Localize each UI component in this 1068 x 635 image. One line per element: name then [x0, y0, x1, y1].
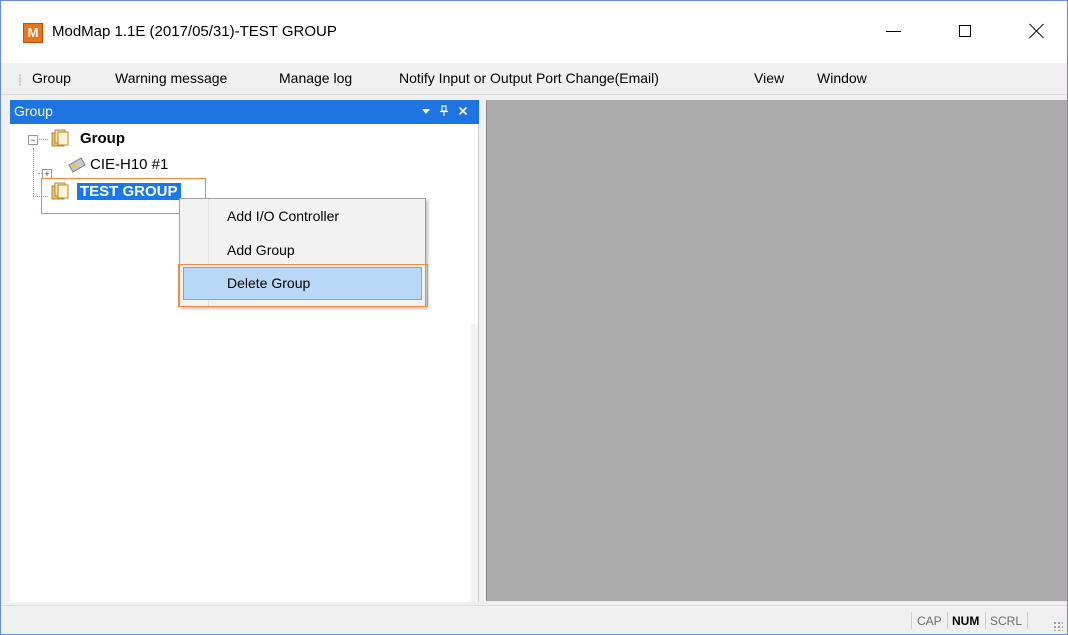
status-scrl: SCRL	[990, 614, 1023, 628]
title-bar[interactable]: M ModMap 1.1E (2017/05/31)-TEST GROUP	[1, 1, 1067, 63]
status-num: NUM	[952, 614, 980, 628]
group-panel-header[interactable]: Group	[10, 100, 479, 124]
maximize-icon	[959, 25, 971, 37]
menu-warning-message[interactable]: Warning message	[115, 70, 227, 86]
folder-icon	[51, 129, 69, 147]
tree-node-group[interactable]: Group	[80, 130, 125, 147]
close-icon	[1029, 23, 1045, 39]
tree-collapse-toggle[interactable]: −	[28, 135, 38, 145]
group-panel: Group − Group + CIE-H10 #1 TEST GROUP	[10, 100, 479, 602]
resize-grip-icon[interactable]	[1053, 621, 1063, 631]
mdi-workspace[interactable]	[486, 100, 1067, 601]
window-title: ModMap 1.1E (2017/05/31)-TEST GROUP	[52, 23, 337, 40]
menu-window[interactable]: Window	[817, 70, 867, 86]
menu-bar: Group Warning message Manage log Notify …	[1, 64, 1067, 95]
group-tree[interactable]: − Group + CIE-H10 #1 TEST GROUP	[10, 124, 479, 602]
tree-guide-line	[33, 148, 34, 196]
panel-dropdown-icon[interactable]	[421, 102, 431, 125]
menu-item-add-io-controller[interactable]: Add I/O Controller	[227, 208, 339, 224]
menu-notify-port-change[interactable]: Notify Input or Output Port Change(Email…	[399, 70, 659, 86]
close-window-button[interactable]	[1007, 9, 1067, 53]
group-panel-title: Group	[14, 103, 53, 119]
highlight-outline	[178, 264, 428, 307]
status-cap: CAP	[917, 614, 942, 628]
minimize-button[interactable]	[863, 9, 923, 53]
device-icon	[68, 155, 86, 173]
app-window: M ModMap 1.1E (2017/05/31)-TEST GROUP Gr…	[0, 0, 1068, 635]
maximize-button[interactable]	[935, 9, 995, 53]
minimize-icon	[885, 30, 901, 32]
status-separator	[911, 612, 912, 629]
tree-node-cie-h10[interactable]: CIE-H10 #1	[90, 156, 168, 173]
menu-manage-log[interactable]: Manage log	[279, 70, 352, 86]
menubar-grip-icon[interactable]	[19, 74, 21, 86]
menu-group[interactable]: Group	[32, 70, 71, 86]
panel-close-icon[interactable]	[458, 102, 468, 125]
status-separator	[985, 612, 986, 629]
panel-scroll-edge	[471, 324, 478, 602]
app-logo-icon: M	[23, 23, 43, 43]
status-bar: CAP NUM SCRL	[1, 605, 1067, 634]
panel-pin-icon[interactable]	[439, 102, 449, 125]
status-separator	[947, 612, 948, 629]
status-separator	[1027, 612, 1028, 629]
menu-item-add-group[interactable]: Add Group	[227, 242, 295, 258]
menu-view[interactable]: View	[754, 70, 784, 86]
